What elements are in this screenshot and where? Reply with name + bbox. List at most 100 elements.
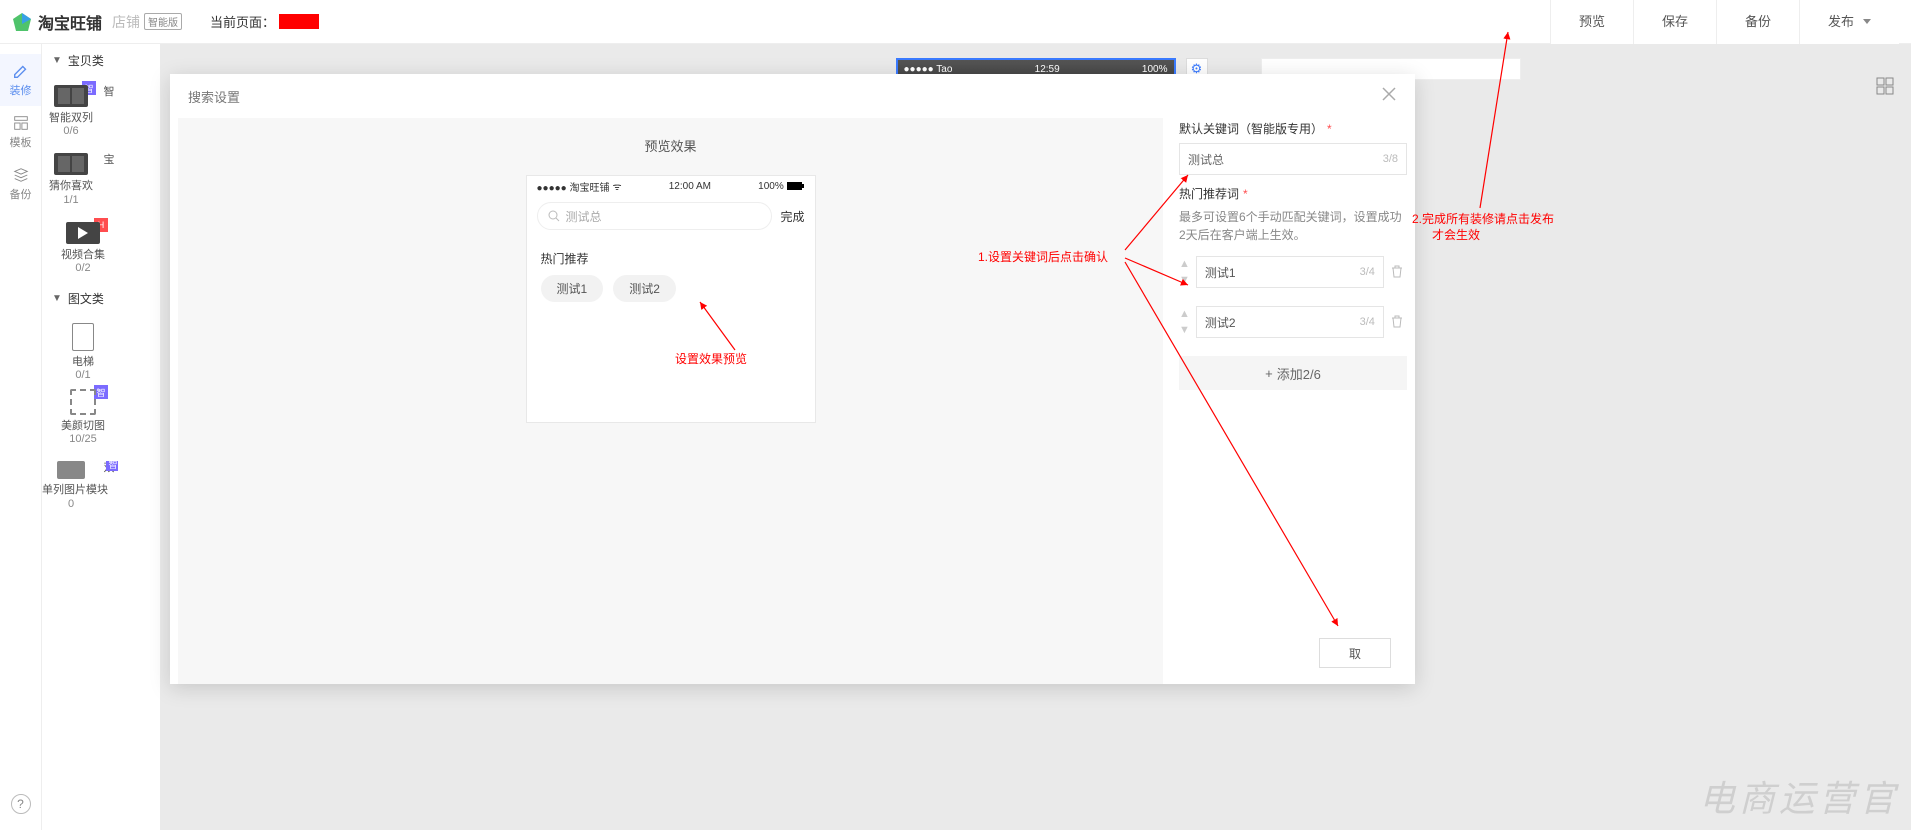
phone-search-text: 测试总 <box>566 208 602 225</box>
modal-title: 搜索设置 <box>188 87 240 106</box>
hot-kw-hint: 最多可设置6个手动匹配关键词，设置成功2天后在客户端上生效。 <box>1179 208 1407 244</box>
close-icon <box>1381 86 1397 102</box>
kw1-delete[interactable] <box>1390 264 1404 281</box>
save-button[interactable]: 保存 <box>1633 0 1716 44</box>
elevator-icon <box>72 323 94 351</box>
kw2-delete[interactable] <box>1390 314 1404 331</box>
arrow-up-icon[interactable]: ▲ <box>1179 258 1190 270</box>
current-page: 当前页面： <box>210 12 319 31</box>
kw2-reorder[interactable]: ▲▼ <box>1179 308 1190 336</box>
dual-icon <box>54 85 88 107</box>
chip-1: 测试1 <box>541 275 604 302</box>
section-goods[interactable]: ▼宝贝类 <box>42 44 160 77</box>
hot-kw-label: 热门推荐词* <box>1179 185 1407 202</box>
backup-button[interactable]: 备份 <box>1716 0 1799 44</box>
rail-template[interactable]: 模板 <box>0 106 41 158</box>
smart-badge: 智能版 <box>144 13 182 30</box>
phone-status-bar: ●●●●● 淘宝旺铺ᯤ 12:00 AM 100% <box>527 176 815 196</box>
tile-single-img[interactable]: 单列图片模块 0 <box>42 461 100 509</box>
add-label: 添加2/6 <box>1277 364 1321 383</box>
section-image[interactable]: ▼图文类 <box>42 282 160 315</box>
chip-2: 测试2 <box>613 275 676 302</box>
component-panel: ▼宝贝类 智 智能双列 0/6 智 猜你喜欢 1/1 宝 H 视频合集 0/2 … <box>42 44 160 830</box>
search-icon <box>548 210 560 222</box>
publish-button[interactable]: 发布 <box>1799 0 1899 44</box>
kw1-value: 测试1 <box>1205 264 1236 281</box>
preview-column: 预览效果 ●●●●● 淘宝旺铺ᯤ 12:00 AM 100% 测试总 完成 热门… <box>178 118 1163 684</box>
arrow-down-icon[interactable]: ▼ <box>1179 274 1190 286</box>
arrow-up-icon[interactable]: ▲ <box>1179 308 1190 320</box>
tile-cut-partial[interactable]: 智 <box>100 85 118 137</box>
chevron-down-icon: ▼ <box>52 293 62 304</box>
badge-smart-icon: 智 <box>94 385 108 399</box>
phone-search-input: 测试总 <box>537 202 773 230</box>
header-actions: 预览 保存 备份 发布 <box>1550 0 1899 44</box>
current-page-label: 当前页面： <box>210 12 275 31</box>
kw2-value: 测试2 <box>1205 314 1236 331</box>
phone-search-row: 测试总 完成 <box>527 196 815 236</box>
badge-smart-icon: 智 <box>106 461 118 471</box>
rail-decorate-label: 装修 <box>10 85 32 97</box>
kw1-reorder[interactable]: ▲▼ <box>1179 258 1190 286</box>
phone-carrier: ●●●●● 淘宝旺铺 <box>537 179 610 194</box>
rail-backup-label: 备份 <box>10 189 32 201</box>
template-icon <box>12 114 30 132</box>
shop-label: 店铺 <box>112 12 140 32</box>
phone-top-carrier: ●●●●● Tao <box>904 64 953 75</box>
current-page-redacted <box>279 14 319 29</box>
phone-top-time: 12:59 <box>1035 64 1060 75</box>
preview-title: 预览效果 <box>644 136 696 155</box>
kw-row-2: ▲▼ 测试2 3/4 <box>1179 306 1407 338</box>
grid-icon <box>1876 77 1894 95</box>
default-kw-value: 测试总 <box>1188 151 1224 168</box>
cancel-button[interactable]: 取 <box>1319 638 1391 668</box>
brush-icon <box>12 62 30 80</box>
phone-time: 12:00 AM <box>669 181 711 192</box>
preview-button[interactable]: 预览 <box>1550 0 1633 44</box>
logo: 淘宝旺铺 <box>12 10 102 34</box>
tile-elevator[interactable]: 电梯 0/1 <box>54 323 112 381</box>
rail-decorate[interactable]: 装修 <box>0 54 41 106</box>
rail-backup[interactable]: 备份 <box>0 158 41 210</box>
help-button[interactable]: ? <box>11 794 31 814</box>
tile-guess-like[interactable]: 猜你喜欢 1/1 <box>42 153 100 205</box>
default-kw-count: 3/8 <box>1383 153 1398 165</box>
kw2-count: 3/4 <box>1360 316 1375 328</box>
trash-icon <box>1390 314 1404 328</box>
tile-smart-dual[interactable]: 智 智能双列 0/6 <box>42 85 100 137</box>
tile-double-partial[interactable]: 智 双 <box>100 461 118 509</box>
hot-chips: 测试1 测试2 <box>527 275 815 302</box>
chevron-down-icon: ▼ <box>52 55 62 66</box>
phone-preview: ●●●●● 淘宝旺铺ᯤ 12:00 AM 100% 测试总 完成 热门推荐 测试… <box>526 175 816 423</box>
kw1-count: 3/4 <box>1360 266 1375 278</box>
arrow-down-icon[interactable]: ▼ <box>1179 324 1190 336</box>
trash-icon <box>1390 264 1404 278</box>
form-column: 默认关键词（智能版专用）* 测试总 3/8 热门推荐词* 最多可设置6个手动匹配… <box>1163 118 1423 684</box>
tile-baobei-partial[interactable]: 宝 <box>100 153 118 205</box>
default-kw-label: 默认关键词（智能版专用）* <box>1179 120 1407 137</box>
add-keyword-button[interactable]: + 添加2/6 <box>1179 356 1407 390</box>
default-kw-input[interactable]: 测试总 3/8 <box>1179 143 1407 175</box>
stack-icon <box>12 166 30 184</box>
battery-icon <box>787 182 805 190</box>
app-name: 淘宝旺铺 <box>38 10 102 34</box>
kw2-input[interactable]: 测试2 3/4 <box>1196 306 1384 338</box>
kw-row-1: ▲▼ 测试1 3/4 <box>1179 256 1407 288</box>
crop-icon <box>70 389 96 415</box>
top-header: 淘宝旺铺 店铺 智能版 当前页面： 预览 保存 备份 发布 <box>0 0 1911 44</box>
kw1-input[interactable]: 测试1 3/4 <box>1196 256 1384 288</box>
phone-battery: 100% <box>758 181 784 192</box>
phone-top-battery: 100% <box>1142 64 1168 75</box>
phone-done: 完成 <box>780 208 804 225</box>
logo-icon <box>12 12 32 32</box>
left-rail: 装修 模板 备份 ? <box>0 44 42 830</box>
grid-view-button[interactable] <box>1869 70 1901 102</box>
hot-title: 热门推荐 <box>527 236 815 275</box>
close-button[interactable] <box>1381 86 1397 106</box>
wifi-icon: ᯤ <box>612 179 621 193</box>
plus-icon: + <box>1265 366 1273 381</box>
modal-header: 搜索设置 <box>170 74 1415 118</box>
tile-video-set[interactable]: H 视频合集 0/2 <box>54 222 112 274</box>
video-icon <box>66 222 100 244</box>
tile-beauty-crop[interactable]: 智 美颜切图 10/25 <box>54 389 112 445</box>
